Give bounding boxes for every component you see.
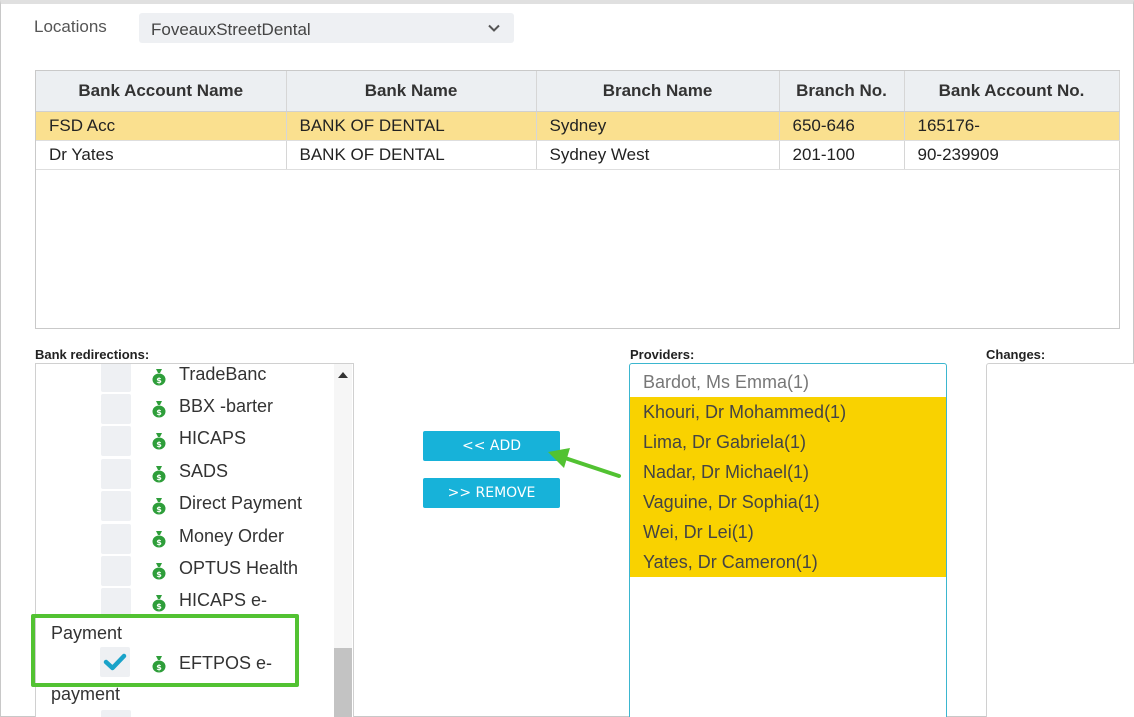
annotation-arrow-icon (548, 448, 621, 478)
locations-label: Locations (34, 17, 107, 36)
table-row[interactable]: FSD Acc BANK OF DENTAL Sydney 650-646 16… (36, 111, 1120, 141)
eftpos-wrap-text: payment (51, 684, 121, 704)
list-item-label: TradeBanc (179, 364, 267, 384)
changes-list[interactable] (986, 363, 1134, 717)
locations-dropdown[interactable]: FoveauxStreetDental (139, 13, 514, 43)
scrollbar-thumb[interactable] (334, 648, 352, 717)
list-item-label: Direct Payment (179, 493, 303, 513)
list-item-label: BBX -barter (179, 396, 274, 416)
provider-item[interactable]: Bardot, Ms Emma(1) (630, 367, 946, 397)
bank-redirections-label: Bank redirections: (35, 347, 150, 362)
list-item[interactable]: $ Direct Payment (36, 491, 336, 523)
cell-branch-name: Sydney (536, 111, 780, 141)
checkbox[interactable] (101, 491, 131, 521)
checkbox[interactable] (101, 394, 131, 424)
bank-accounts-table: Bank Account Name Bank Name Branch Name … (35, 70, 1120, 329)
money-bag-icon: $ (152, 433, 166, 450)
column-header-bank-account-name[interactable]: Bank Account Name (36, 71, 287, 112)
column-header-branch-no[interactable]: Branch No. (779, 71, 905, 112)
list-item[interactable]: $ TradeBanc (36, 364, 336, 394)
cell-bank-account-no: 90-239909 (904, 140, 1120, 170)
scrollbar[interactable] (334, 364, 352, 717)
list-item[interactable]: $ HICAPS (36, 426, 336, 458)
cell-bank-name: BANK OF DENTAL (286, 111, 537, 141)
money-bag-icon: $ (152, 595, 166, 612)
cell-branch-no: 201-100 (779, 140, 905, 170)
svg-text:$: $ (156, 505, 162, 514)
cell-branch-name: Sydney West (536, 140, 780, 170)
list-item-label: HICAPS e- (179, 590, 268, 610)
list-item-label: SADS (179, 461, 229, 481)
provider-item[interactable]: Yates, Dr Cameron(1) (630, 547, 946, 577)
provider-item[interactable]: Khouri, Dr Mohammed(1) (630, 397, 946, 427)
svg-text:$: $ (156, 570, 162, 579)
list-item-label: HICAPS (179, 428, 247, 448)
list-item-label: Money Order (179, 526, 285, 546)
svg-text:$: $ (156, 473, 162, 482)
checkbox[interactable] (101, 459, 131, 489)
svg-text:$: $ (156, 408, 162, 417)
changes-label: Changes: (986, 347, 1046, 362)
cell-bank-account-name: Dr Yates (36, 140, 287, 170)
money-bag-icon: $ (152, 369, 166, 386)
list-item-label: OPTUS Health (179, 558, 299, 578)
column-header-branch-name[interactable]: Branch Name (536, 71, 780, 112)
list-item[interactable]: $ Money Order (36, 524, 336, 556)
checkbox[interactable] (101, 524, 131, 554)
table-header-row: Bank Account Name Bank Name Branch Name … (36, 71, 1120, 112)
providers-list[interactable]: Bardot, Ms Emma(1) Khouri, Dr Mohammed(1… (629, 363, 947, 717)
svg-text:$: $ (156, 538, 162, 547)
cell-bank-name: BANK OF DENTAL (286, 140, 537, 170)
list-item[interactable]: $ BBX -barter (36, 394, 336, 426)
provider-item[interactable]: Wei, Dr Lei(1) (630, 517, 946, 547)
svg-text:$: $ (156, 440, 162, 449)
cell-bank-account-name: FSD Acc (36, 111, 287, 141)
column-header-bank-name[interactable]: Bank Name (286, 71, 537, 112)
money-bag-icon: $ (152, 563, 166, 580)
providers-label: Providers: (630, 347, 695, 362)
provider-item[interactable]: Vaguine, Dr Sophia(1) (630, 487, 946, 517)
checkbox[interactable] (101, 556, 131, 586)
svg-text:$: $ (156, 602, 162, 611)
money-bag-icon: $ (152, 498, 166, 515)
svg-text:$: $ (156, 376, 162, 385)
table-row[interactable]: Dr Yates BANK OF DENTAL Sydney West 201-… (36, 140, 1120, 170)
money-bag-icon: $ (152, 466, 166, 483)
list-item[interactable]: $ OPTUS Health (36, 556, 336, 588)
checkbox[interactable] (101, 710, 131, 717)
cell-branch-no: 650-646 (779, 111, 905, 141)
provider-item[interactable]: Lima, Dr Gabriela(1) (630, 427, 946, 457)
checkbox[interactable] (101, 426, 131, 456)
checkbox[interactable] (101, 364, 131, 392)
money-bag-icon: $ (152, 401, 166, 418)
cell-bank-account-no: 165176- (904, 111, 1120, 141)
column-header-bank-account-no[interactable]: Bank Account No. (904, 71, 1120, 112)
list-item[interactable]: $ SADS (36, 459, 336, 491)
locations-selected-value: FoveauxStreetDental (151, 20, 311, 39)
chevron-down-icon (488, 24, 500, 32)
money-bag-icon: $ (152, 531, 166, 548)
highlight-annotation-box (31, 614, 299, 687)
scroll-up-arrow-icon[interactable] (338, 372, 348, 378)
provider-item[interactable]: Nadar, Dr Michael(1) (630, 457, 946, 487)
